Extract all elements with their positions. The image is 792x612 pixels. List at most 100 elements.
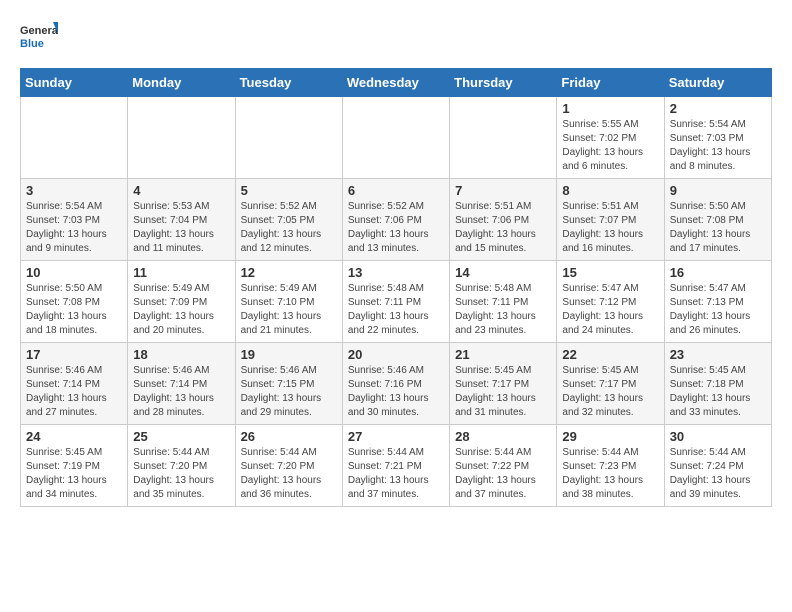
- day-info: Sunrise: 5:52 AMSunset: 7:05 PMDaylight:…: [241, 200, 337, 256]
- weekday-header: Wednesday: [342, 69, 449, 97]
- calendar-table: SundayMondayTuesdayWednesdayThursdayFrid…: [20, 68, 772, 507]
- calendar-cell: 16Sunrise: 5:47 AMSunset: 7:13 PMDayligh…: [664, 261, 771, 343]
- day-number: 8: [562, 183, 658, 198]
- calendar-cell: 2Sunrise: 5:54 AMSunset: 7:03 PMDaylight…: [664, 97, 771, 179]
- calendar-cell: 29 Sunrise: 5:44 AMSunset: 7:23 PMDayligh…: [557, 425, 664, 507]
- calendar-cell: 19 Sunrise: 5:46 AMSunset: 7:15 PMDayligh…: [235, 343, 342, 425]
- day-info: Sunrise: 5:49 AMSunset: 7:09 PMDaylight:…: [133, 282, 229, 338]
- calendar-cell: 21Sunrise: 5:45 AMSunset: 7:17 PMDayligh…: [450, 343, 557, 425]
- calendar-cell: [450, 97, 557, 179]
- day-info: Sunrise: 5:45 AMSunset: 7:18 PMDaylight:…: [670, 364, 766, 420]
- calendar-week-row: 17 Sunrise: 5:46 AMSunset: 7:14 PMDayligh…: [21, 343, 772, 425]
- calendar-cell: 30 Sunrise: 5:44 AMSunset: 7:24 PMDayligh…: [664, 425, 771, 507]
- day-number: 19: [241, 347, 337, 362]
- day-number: 17: [26, 347, 122, 362]
- weekday-header-row: SundayMondayTuesdayWednesdayThursdayFrid…: [21, 69, 772, 97]
- day-number: 28: [455, 429, 551, 444]
- calendar-cell: 23 Sunrise: 5:45 AMSunset: 7:18 PMDayligh…: [664, 343, 771, 425]
- day-info: Sunrise: 5:51 AMSunset: 7:06 PMDaylight:…: [455, 200, 551, 256]
- day-number: 4: [133, 183, 229, 198]
- calendar-cell: 20Sunrise: 5:46 AMSunset: 7:16 PMDayligh…: [342, 343, 449, 425]
- svg-text:Blue: Blue: [20, 38, 44, 50]
- day-number: 29: [562, 429, 658, 444]
- calendar-cell: 13Sunrise: 5:48 AMSunset: 7:11 PMDayligh…: [342, 261, 449, 343]
- day-number: 18: [133, 347, 229, 362]
- day-number: 26: [241, 429, 337, 444]
- weekday-header: Monday: [128, 69, 235, 97]
- calendar-week-row: 1Sunrise: 5:55 AMSunset: 7:02 PMDaylight…: [21, 97, 772, 179]
- day-info: Sunrise: 5:46 AMSunset: 7:14 PMDaylight:…: [133, 364, 229, 420]
- day-number: 10: [26, 265, 122, 280]
- calendar-week-row: 3 Sunrise: 5:54 AMSunset: 7:03 PMDaylight…: [21, 179, 772, 261]
- day-number: 11: [133, 265, 229, 280]
- logo-icon: General Blue: [20, 20, 58, 58]
- calendar-cell: 18 Sunrise: 5:46 AMSunset: 7:14 PMDayligh…: [128, 343, 235, 425]
- day-info: Sunrise: 5:51 AMSunset: 7:07 PMDaylight:…: [562, 200, 658, 256]
- day-number: 7: [455, 183, 551, 198]
- day-number: 9: [670, 183, 766, 198]
- calendar-week-row: 10 Sunrise: 5:50 AMSunset: 7:08 PMDayligh…: [21, 261, 772, 343]
- day-number: 12: [241, 265, 337, 280]
- calendar-cell: [21, 97, 128, 179]
- day-info: Sunrise: 5:44 AMSunset: 7:24 PMDaylight:…: [670, 446, 766, 502]
- weekday-header: Saturday: [664, 69, 771, 97]
- day-info: Sunrise: 5:50 AMSunset: 7:08 PMDaylight:…: [670, 200, 766, 256]
- calendar-cell: 17 Sunrise: 5:46 AMSunset: 7:14 PMDayligh…: [21, 343, 128, 425]
- calendar-cell: 6 Sunrise: 5:52 AMSunset: 7:06 PMDaylight…: [342, 179, 449, 261]
- day-number: 3: [26, 183, 122, 198]
- day-info: Sunrise: 5:44 AMSunset: 7:21 PMDaylight:…: [348, 446, 444, 502]
- calendar-cell: 3 Sunrise: 5:54 AMSunset: 7:03 PMDaylight…: [21, 179, 128, 261]
- weekday-header: Sunday: [21, 69, 128, 97]
- calendar-week-row: 24Sunrise: 5:45 AMSunset: 7:19 PMDayligh…: [21, 425, 772, 507]
- day-info: Sunrise: 5:48 AMSunset: 7:11 PMDaylight:…: [455, 282, 551, 338]
- day-number: 2: [670, 101, 766, 116]
- day-info: Sunrise: 5:44 AMSunset: 7:23 PMDaylight:…: [562, 446, 658, 502]
- calendar-cell: 4 Sunrise: 5:53 AMSunset: 7:04 PMDaylight…: [128, 179, 235, 261]
- day-number: 13: [348, 265, 444, 280]
- day-number: 6: [348, 183, 444, 198]
- calendar-cell: 8 Sunrise: 5:51 AMSunset: 7:07 PMDaylight…: [557, 179, 664, 261]
- day-number: 5: [241, 183, 337, 198]
- page-header: General Blue: [20, 20, 772, 58]
- day-number: 24: [26, 429, 122, 444]
- day-info: Sunrise: 5:53 AMSunset: 7:04 PMDaylight:…: [133, 200, 229, 256]
- calendar-cell: [128, 97, 235, 179]
- day-info: Sunrise: 5:45 AMSunset: 7:17 PMDaylight:…: [562, 364, 658, 420]
- calendar-cell: 24Sunrise: 5:45 AMSunset: 7:19 PMDayligh…: [21, 425, 128, 507]
- day-number: 22: [562, 347, 658, 362]
- calendar-cell: 10 Sunrise: 5:50 AMSunset: 7:08 PMDayligh…: [21, 261, 128, 343]
- calendar-cell: 11 Sunrise: 5:49 AMSunset: 7:09 PMDayligh…: [128, 261, 235, 343]
- day-info: Sunrise: 5:55 AMSunset: 7:02 PMDaylight:…: [562, 118, 658, 174]
- day-info: Sunrise: 5:45 AMSunset: 7:17 PMDaylight:…: [455, 364, 551, 420]
- day-info: Sunrise: 5:44 AMSunset: 7:20 PMDaylight:…: [133, 446, 229, 502]
- day-info: Sunrise: 5:46 AMSunset: 7:15 PMDaylight:…: [241, 364, 337, 420]
- calendar-cell: 12 Sunrise: 5:49 AMSunset: 7:10 PMDayligh…: [235, 261, 342, 343]
- day-info: Sunrise: 5:46 AMSunset: 7:16 PMDaylight:…: [348, 364, 444, 420]
- day-info: Sunrise: 5:47 AMSunset: 7:13 PMDaylight:…: [670, 282, 766, 338]
- calendar-cell: 22 Sunrise: 5:45 AMSunset: 7:17 PMDayligh…: [557, 343, 664, 425]
- logo: General Blue: [20, 20, 58, 58]
- weekday-header: Thursday: [450, 69, 557, 97]
- day-number: 27: [348, 429, 444, 444]
- day-number: 30: [670, 429, 766, 444]
- calendar-cell: 28 Sunrise: 5:44 AMSunset: 7:22 PMDayligh…: [450, 425, 557, 507]
- calendar-cell: 25 Sunrise: 5:44 AMSunset: 7:20 PMDayligh…: [128, 425, 235, 507]
- day-number: 15: [562, 265, 658, 280]
- calendar-cell: 15Sunrise: 5:47 AMSunset: 7:12 PMDayligh…: [557, 261, 664, 343]
- calendar-cell: 9 Sunrise: 5:50 AMSunset: 7:08 PMDaylight…: [664, 179, 771, 261]
- calendar-cell: 14 Sunrise: 5:48 AMSunset: 7:11 PMDayligh…: [450, 261, 557, 343]
- day-number: 14: [455, 265, 551, 280]
- day-info: Sunrise: 5:44 AMSunset: 7:22 PMDaylight:…: [455, 446, 551, 502]
- weekday-header: Tuesday: [235, 69, 342, 97]
- day-number: 23: [670, 347, 766, 362]
- day-info: Sunrise: 5:49 AMSunset: 7:10 PMDaylight:…: [241, 282, 337, 338]
- calendar-cell: 7 Sunrise: 5:51 AMSunset: 7:06 PMDaylight…: [450, 179, 557, 261]
- day-info: Sunrise: 5:52 AMSunset: 7:06 PMDaylight:…: [348, 200, 444, 256]
- calendar-cell: 5 Sunrise: 5:52 AMSunset: 7:05 PMDaylight…: [235, 179, 342, 261]
- calendar-cell: 1Sunrise: 5:55 AMSunset: 7:02 PMDaylight…: [557, 97, 664, 179]
- day-info: Sunrise: 5:54 AMSunset: 7:03 PMDaylight:…: [26, 200, 122, 256]
- day-info: Sunrise: 5:50 AMSunset: 7:08 PMDaylight:…: [26, 282, 122, 338]
- calendar-cell: 27 Sunrise: 5:44 AMSunset: 7:21 PMDayligh…: [342, 425, 449, 507]
- day-info: Sunrise: 5:46 AMSunset: 7:14 PMDaylight:…: [26, 364, 122, 420]
- day-number: 25: [133, 429, 229, 444]
